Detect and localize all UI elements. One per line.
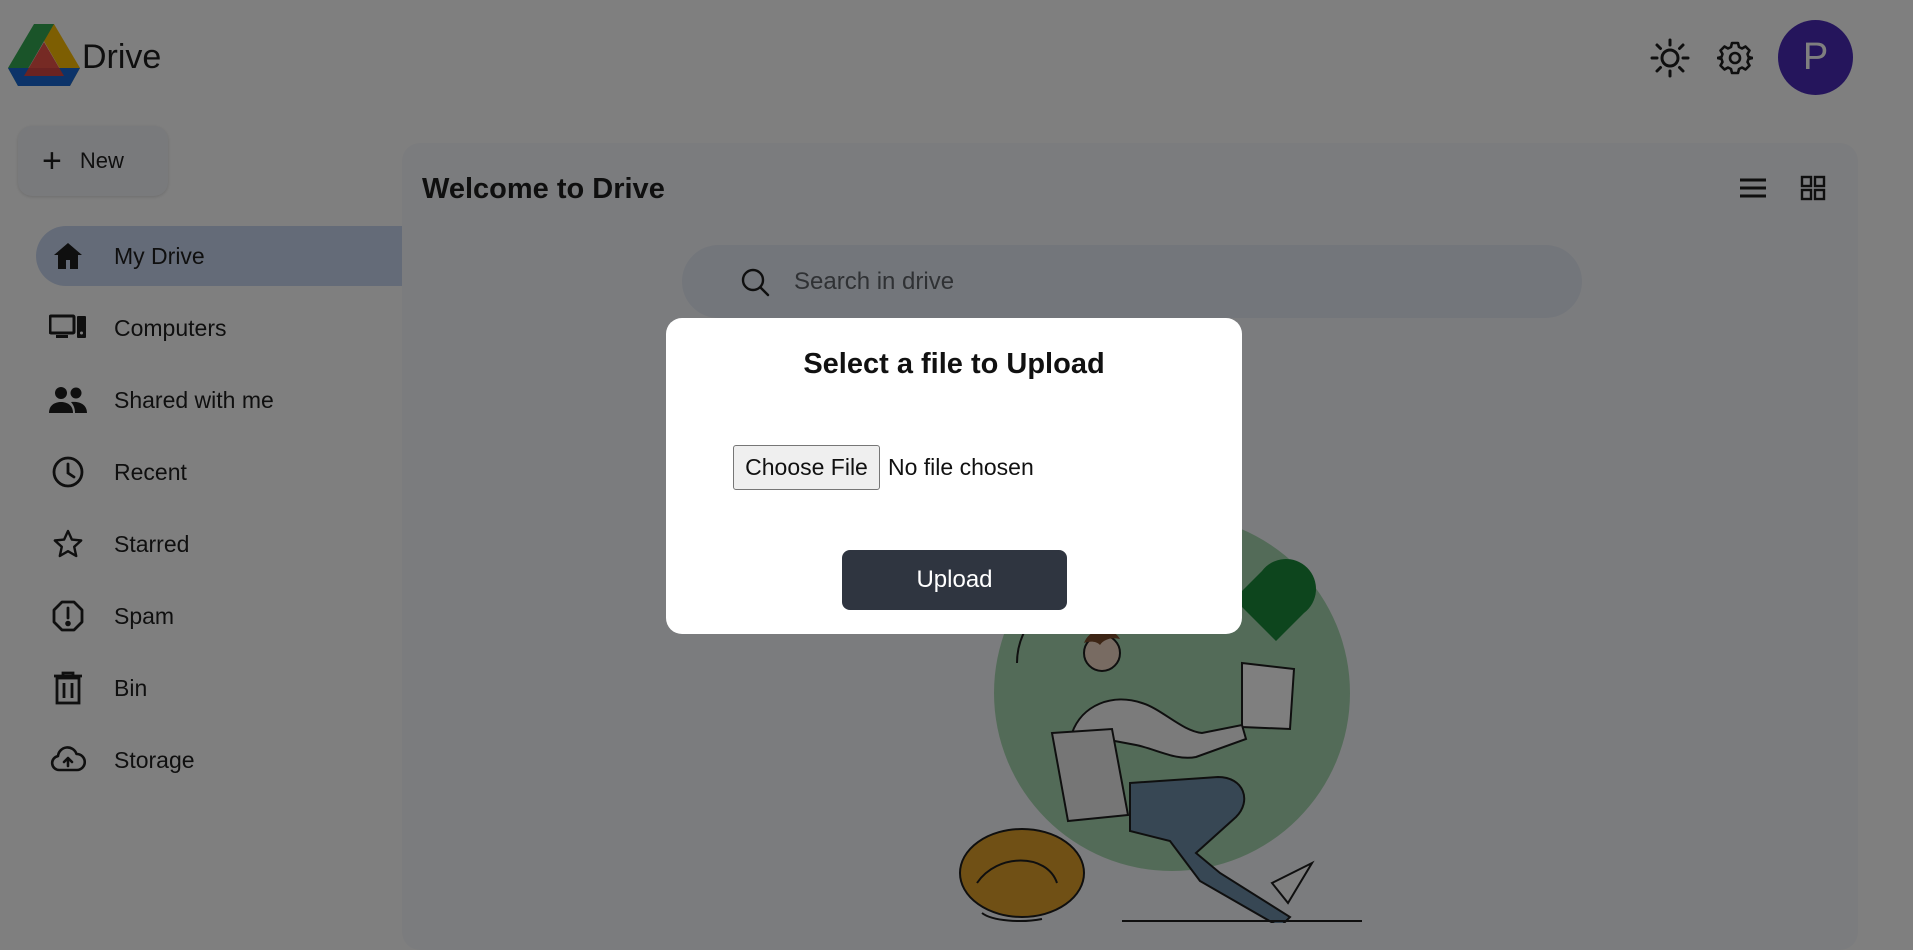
file-status: No file chosen [888, 454, 1034, 480]
upload-button[interactable]: Upload [842, 550, 1067, 610]
upload-dialog: Select a file to Upload Choose File No f… [666, 318, 1242, 634]
dialog-title: Select a file to Upload [803, 348, 1105, 380]
file-input[interactable]: Choose File No file chosen [733, 445, 1034, 490]
choose-file-button[interactable]: Choose File [733, 445, 880, 490]
